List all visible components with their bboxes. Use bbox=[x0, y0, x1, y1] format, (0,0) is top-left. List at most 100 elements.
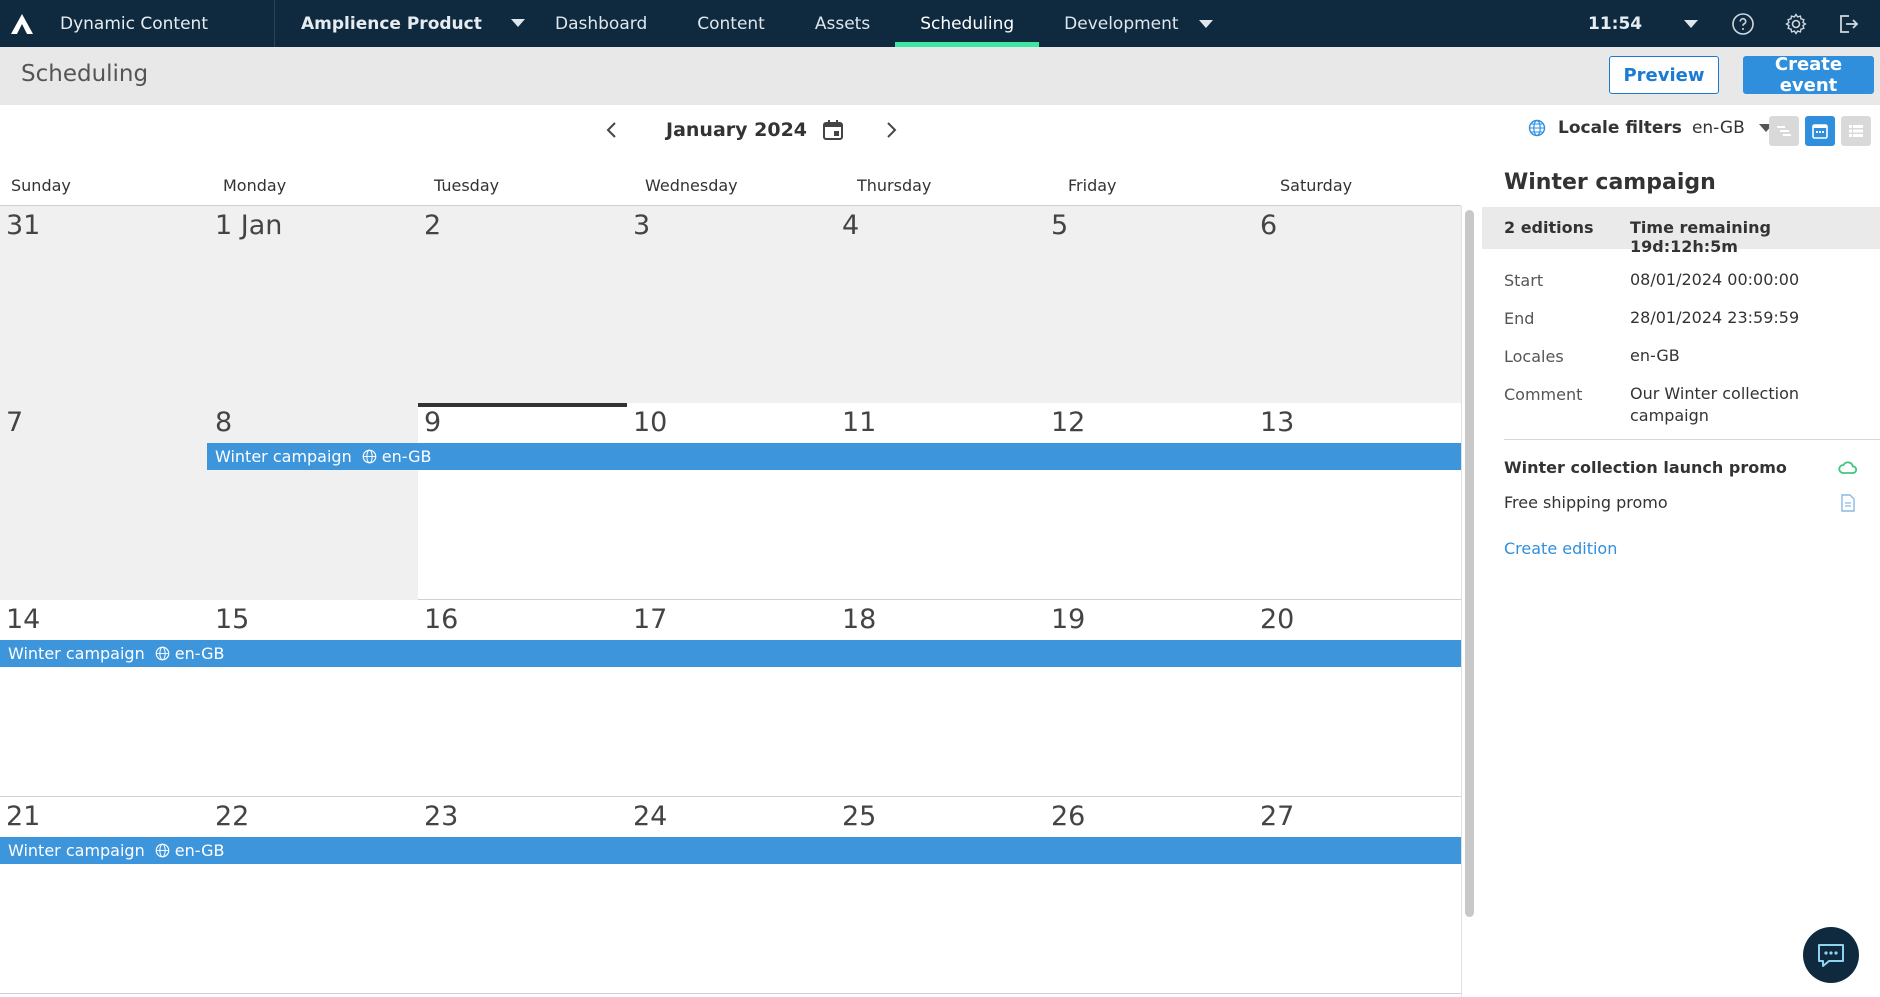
event-locale: en-GB bbox=[174, 644, 225, 663]
calendar-day[interactable]: 15 bbox=[209, 600, 418, 797]
day-number: 14 bbox=[6, 604, 41, 635]
calendar-icon[interactable] bbox=[821, 118, 845, 142]
calendar-day[interactable]: 20 bbox=[1254, 600, 1461, 797]
chevron-right-icon[interactable] bbox=[879, 118, 903, 142]
chevron-left-icon[interactable] bbox=[600, 118, 624, 142]
edition-item[interactable]: Winter collection launch promo bbox=[1504, 458, 1787, 477]
event-bar-winter-campaign[interactable]: Winter campaign en-GB bbox=[0, 837, 1461, 864]
chat-button[interactable] bbox=[1803, 927, 1859, 983]
tab-scheduling[interactable]: Scheduling bbox=[895, 0, 1040, 47]
calendar-day[interactable]: 7 bbox=[0, 403, 209, 600]
globe-icon bbox=[362, 449, 377, 464]
weekday-label: Sunday bbox=[11, 176, 71, 195]
create-edition-link[interactable]: Create edition bbox=[1504, 539, 1617, 558]
tab-label: Development bbox=[1064, 13, 1179, 34]
calendar-day[interactable]: 18 bbox=[836, 600, 1045, 797]
event-locale: en-GB bbox=[174, 841, 225, 860]
today-indicator bbox=[418, 403, 627, 407]
calendar-day[interactable]: 25 bbox=[836, 797, 1045, 994]
time-selector[interactable]: 11:54 bbox=[1588, 0, 1699, 47]
page-header: Scheduling Preview Create event bbox=[0, 47, 1880, 105]
document-icon bbox=[1837, 492, 1859, 514]
brand-name: Dynamic Content bbox=[60, 13, 208, 34]
calendar-view-icon[interactable] bbox=[1805, 116, 1835, 146]
calendar-day[interactable]: 13 bbox=[1254, 403, 1461, 600]
event-bar-winter-campaign[interactable]: Winter campaign en-GB bbox=[0, 640, 1461, 667]
logout-icon[interactable] bbox=[1834, 10, 1861, 37]
help-icon[interactable] bbox=[1729, 10, 1756, 37]
weekday-label: Tuesday bbox=[434, 176, 500, 195]
day-number: 7 bbox=[6, 407, 24, 438]
product-selector[interactable]: Amplience Product bbox=[275, 0, 525, 47]
day-number: 13 bbox=[1260, 407, 1295, 438]
calendar-day[interactable]: 26 bbox=[1045, 797, 1254, 994]
calendar-day[interactable]: 17 bbox=[627, 600, 836, 797]
calendar-divider bbox=[1461, 206, 1462, 997]
calendar-day[interactable]: 12 bbox=[1045, 403, 1254, 600]
calendar-day[interactable]: 5 bbox=[1045, 206, 1254, 403]
calendar-day[interactable]: 31 bbox=[0, 206, 209, 403]
calendar-day[interactable]: 3 bbox=[627, 206, 836, 403]
prop-label-locales: Locales bbox=[1504, 347, 1564, 366]
day-number: 1 Jan bbox=[215, 210, 283, 241]
calendar-day[interactable]: 22 bbox=[209, 797, 418, 994]
brand[interactable]: Dynamic Content bbox=[0, 0, 275, 47]
day-number: 12 bbox=[1051, 407, 1086, 438]
preview-button[interactable]: Preview bbox=[1609, 56, 1719, 94]
calendar-week: 31 1 Jan 2 3 4 5 6 bbox=[0, 206, 1461, 403]
calendar-day[interactable]: 14 bbox=[0, 600, 209, 797]
day-number: 9 bbox=[424, 407, 442, 438]
calendar-day-today[interactable]: 9 bbox=[418, 403, 627, 600]
current-time: 11:54 bbox=[1588, 13, 1643, 34]
calendar-day[interactable]: 1 Jan bbox=[209, 206, 418, 403]
day-number: 24 bbox=[633, 801, 668, 832]
globe-icon bbox=[155, 843, 170, 858]
event-bar-winter-campaign[interactable]: Winter campaign en-GB bbox=[207, 443, 1461, 470]
list-view-icon[interactable] bbox=[1841, 116, 1871, 146]
edition-item[interactable]: Free shipping promo bbox=[1504, 493, 1668, 512]
prop-label-start: Start bbox=[1504, 271, 1544, 290]
tab-dashboard[interactable]: Dashboard bbox=[530, 0, 672, 47]
top-navigation-bar: Dynamic Content Amplience Product Dashbo… bbox=[0, 0, 1880, 47]
create-event-button[interactable]: Create event bbox=[1743, 54, 1874, 96]
day-number: 23 bbox=[424, 801, 459, 832]
calendar-day[interactable]: 6 bbox=[1254, 206, 1461, 403]
day-number: 4 bbox=[842, 210, 860, 241]
calendar-week: 7 8 9 10 11 12 13 Winter campaign en-GB bbox=[0, 403, 1461, 600]
chat-icon bbox=[1815, 941, 1847, 969]
calendar-day[interactable]: 2 bbox=[418, 206, 627, 403]
calendar-day[interactable]: 21 bbox=[0, 797, 209, 994]
locale-filter[interactable]: Locale filters en-GB bbox=[1528, 118, 1773, 138]
locale-filter-value: en-GB bbox=[1691, 118, 1745, 138]
month-navigation: January 2024 bbox=[600, 112, 903, 148]
chevron-down-icon bbox=[1684, 19, 1699, 28]
tab-content[interactable]: Content bbox=[672, 0, 790, 47]
day-number: 26 bbox=[1051, 801, 1086, 832]
calendar-day[interactable]: 24 bbox=[627, 797, 836, 994]
tab-assets[interactable]: Assets bbox=[790, 0, 895, 47]
product-name: Amplience Product bbox=[301, 13, 482, 34]
calendar-day[interactable]: 11 bbox=[836, 403, 1045, 600]
day-number: 11 bbox=[842, 407, 877, 438]
event-name: Winter campaign bbox=[215, 447, 352, 466]
timeline-view-icon[interactable] bbox=[1769, 116, 1799, 146]
calendar-week: 21 22 23 24 25 26 27 Winter campaign en-… bbox=[0, 797, 1461, 994]
tab-label: Dashboard bbox=[555, 13, 648, 34]
weekday-label: Monday bbox=[223, 176, 287, 195]
calendar-scrollbar[interactable] bbox=[1465, 210, 1474, 917]
tab-development[interactable]: Development bbox=[1039, 0, 1237, 47]
day-number: 21 bbox=[6, 801, 41, 832]
calendar-day[interactable]: 10 bbox=[627, 403, 836, 600]
calendar-day[interactable]: 19 bbox=[1045, 600, 1254, 797]
day-number: 16 bbox=[424, 604, 459, 635]
calendar-day[interactable]: 4 bbox=[836, 206, 1045, 403]
gear-icon[interactable] bbox=[1782, 10, 1809, 37]
day-number: 31 bbox=[6, 210, 41, 241]
calendar-day[interactable]: 27 bbox=[1254, 797, 1461, 994]
event-title: Winter campaign bbox=[1504, 170, 1716, 195]
calendar-day[interactable]: 16 bbox=[418, 600, 627, 797]
prop-value-comment: Our Winter collection campaign bbox=[1630, 384, 1799, 425]
calendar-day[interactable]: 8 bbox=[209, 403, 418, 600]
calendar-day[interactable]: 23 bbox=[418, 797, 627, 994]
day-number: 25 bbox=[842, 801, 877, 832]
